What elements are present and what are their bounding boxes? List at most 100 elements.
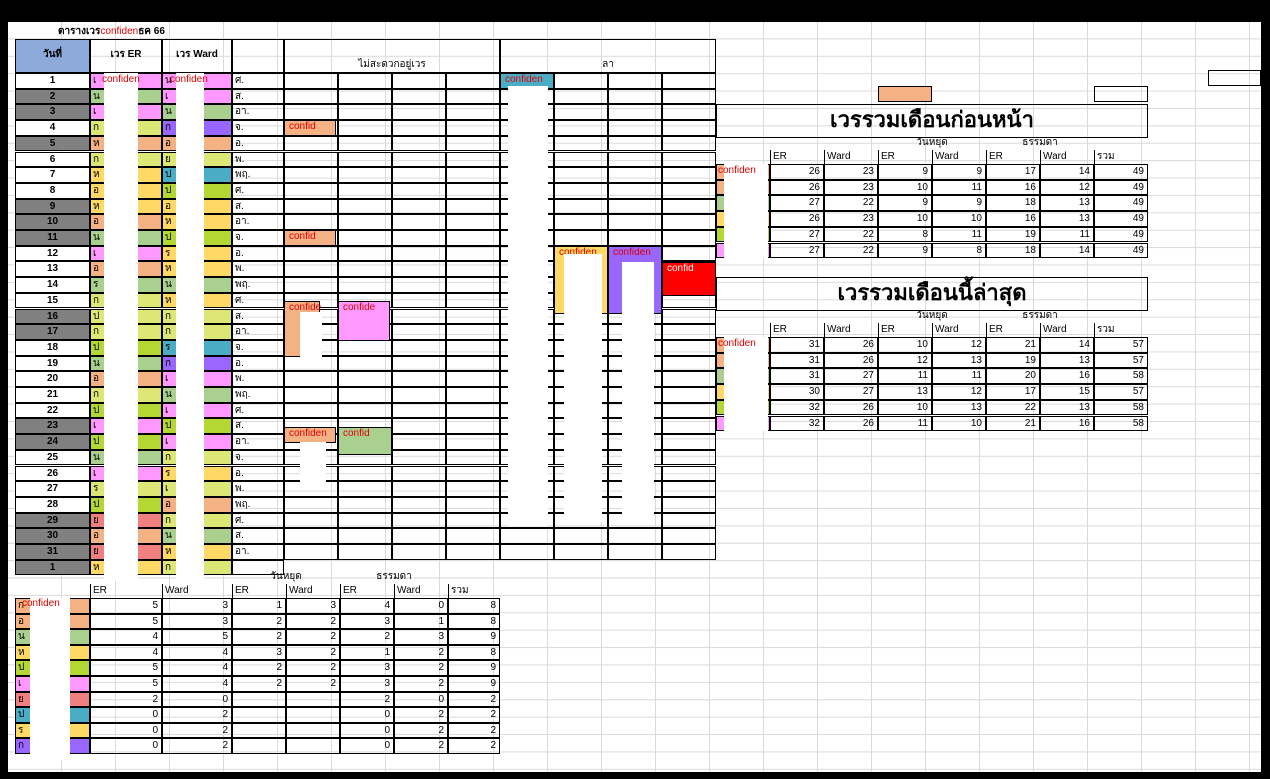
- sched-cell[interactable]: [284, 371, 338, 387]
- sched-cell[interactable]: [284, 214, 338, 230]
- sched-cell[interactable]: [554, 182, 608, 199]
- sched-cell[interactable]: [662, 449, 716, 466]
- sched-cell[interactable]: [446, 292, 500, 309]
- sched-cell[interactable]: [392, 496, 446, 513]
- sched-cell[interactable]: [338, 512, 392, 529]
- sched-cell[interactable]: [608, 528, 662, 544]
- sched-cell[interactable]: [662, 230, 716, 246]
- sched-cell[interactable]: [338, 198, 392, 215]
- sched-cell[interactable]: [284, 402, 338, 419]
- confidential-cell[interactable]: confide: [338, 301, 390, 341]
- confidential-cell[interactable]: confid: [338, 427, 392, 455]
- sched-cell[interactable]: [392, 182, 446, 199]
- sched-cell[interactable]: [446, 308, 500, 325]
- sched-cell[interactable]: [392, 120, 446, 136]
- sched-cell[interactable]: [338, 402, 392, 419]
- sched-cell[interactable]: [446, 135, 500, 152]
- sched-cell[interactable]: [446, 528, 500, 544]
- sched-cell[interactable]: [284, 182, 338, 199]
- sched-cell[interactable]: [338, 339, 392, 356]
- confidential-cell[interactable]: confid: [284, 120, 336, 136]
- sched-cell[interactable]: [554, 151, 608, 168]
- sched-cell[interactable]: [554, 214, 608, 230]
- sched-cell[interactable]: [338, 544, 392, 560]
- sched-cell[interactable]: [554, 230, 608, 246]
- sched-cell[interactable]: [392, 371, 446, 387]
- sched-cell[interactable]: [446, 151, 500, 168]
- sched-cell[interactable]: [338, 528, 392, 544]
- sched-cell[interactable]: [446, 261, 500, 278]
- sched-cell[interactable]: [338, 135, 392, 152]
- sched-cell[interactable]: [446, 418, 500, 435]
- sched-cell[interactable]: [554, 120, 608, 136]
- sched-cell[interactable]: [446, 544, 500, 560]
- sched-cell[interactable]: [608, 88, 662, 105]
- sched-cell[interactable]: [608, 104, 662, 121]
- sched-cell[interactable]: [284, 387, 338, 403]
- sched-cell[interactable]: [338, 167, 392, 183]
- sched-cell[interactable]: [392, 528, 446, 544]
- sched-cell[interactable]: [338, 371, 392, 387]
- sched-cell[interactable]: [662, 387, 716, 403]
- sched-cell[interactable]: [662, 496, 716, 513]
- sched-cell[interactable]: [284, 496, 338, 513]
- sched-cell[interactable]: [284, 73, 338, 89]
- sched-cell[interactable]: [338, 355, 392, 372]
- sched-cell[interactable]: [392, 355, 446, 372]
- sched-cell[interactable]: [338, 245, 392, 262]
- sched-cell[interactable]: [554, 167, 608, 183]
- sched-cell[interactable]: [392, 198, 446, 215]
- sched-cell[interactable]: [446, 245, 500, 262]
- sched-cell[interactable]: [662, 544, 716, 560]
- sched-cell[interactable]: [284, 277, 338, 293]
- sched-cell[interactable]: [662, 73, 716, 89]
- sched-cell[interactable]: [554, 88, 608, 105]
- sched-cell[interactable]: [662, 528, 716, 544]
- sched-cell[interactable]: [392, 449, 446, 466]
- sched-cell[interactable]: [554, 198, 608, 215]
- sched-cell[interactable]: [446, 230, 500, 246]
- sched-cell[interactable]: [662, 167, 716, 183]
- sched-cell[interactable]: [392, 88, 446, 105]
- sched-cell[interactable]: [662, 512, 716, 529]
- sched-cell[interactable]: [446, 182, 500, 199]
- sched-cell[interactable]: [392, 230, 446, 246]
- sched-cell[interactable]: [608, 214, 662, 230]
- sched-cell[interactable]: [608, 151, 662, 168]
- sched-cell[interactable]: [338, 151, 392, 168]
- sched-cell[interactable]: [284, 245, 338, 262]
- sched-cell[interactable]: [608, 544, 662, 560]
- sched-cell[interactable]: [446, 167, 500, 183]
- sched-cell[interactable]: [284, 135, 338, 152]
- sched-cell[interactable]: [500, 544, 554, 560]
- selected-cell[interactable]: [1208, 70, 1261, 86]
- sched-cell[interactable]: [608, 73, 662, 89]
- sched-cell[interactable]: [662, 245, 716, 262]
- sched-cell[interactable]: [662, 182, 716, 199]
- sched-cell[interactable]: [446, 198, 500, 215]
- sched-cell[interactable]: [338, 387, 392, 403]
- sched-cell[interactable]: [608, 120, 662, 136]
- spreadsheet-canvas[interactable]: ตารางเวรconfidenธค 66 วันที่ เวร ER เวร War…: [8, 22, 1261, 772]
- sched-cell[interactable]: [446, 120, 500, 136]
- confidential-cell[interactable]: confiden: [284, 427, 336, 443]
- sched-cell[interactable]: [338, 214, 392, 230]
- sched-cell[interactable]: [392, 402, 446, 419]
- sched-cell[interactable]: [662, 198, 716, 215]
- sched-cell[interactable]: [554, 73, 608, 89]
- sched-cell[interactable]: [608, 512, 662, 529]
- sched-cell[interactable]: [392, 481, 446, 497]
- sched-cell[interactable]: [446, 324, 500, 340]
- sched-cell[interactable]: [446, 355, 500, 372]
- sched-cell[interactable]: [338, 496, 392, 513]
- sched-cell[interactable]: [446, 481, 500, 497]
- sched-cell[interactable]: [662, 339, 716, 356]
- sched-cell[interactable]: [662, 402, 716, 419]
- sched-cell[interactable]: [392, 151, 446, 168]
- sched-cell[interactable]: [662, 135, 716, 152]
- sched-cell[interactable]: [608, 135, 662, 152]
- sched-cell[interactable]: [554, 104, 608, 121]
- sched-cell[interactable]: [446, 465, 500, 482]
- sched-cell[interactable]: [284, 88, 338, 105]
- sched-cell[interactable]: [446, 387, 500, 403]
